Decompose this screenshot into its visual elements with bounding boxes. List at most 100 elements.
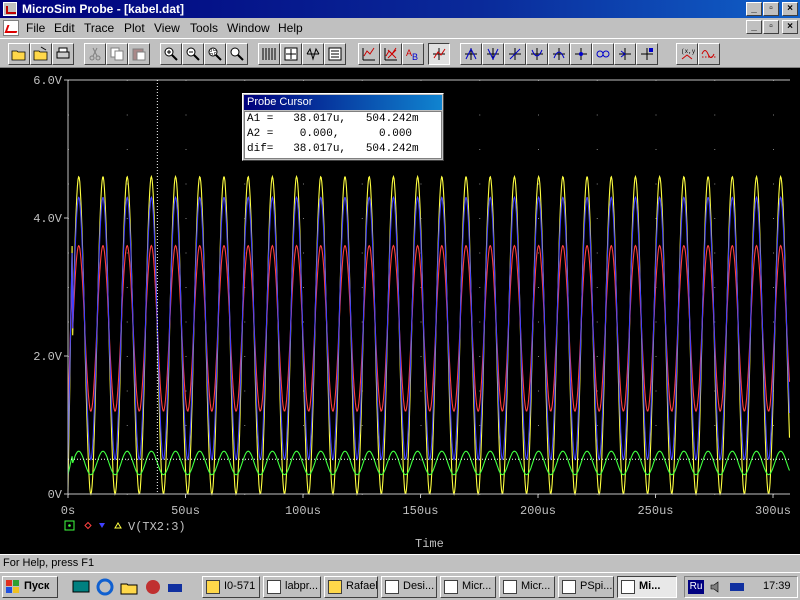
svg-text:(x,y): (x,y) (681, 48, 695, 55)
phone-icon[interactable] (166, 578, 184, 596)
grid-dot (303, 321, 304, 323)
grid-dot (773, 114, 774, 116)
menu-trace[interactable]: Trace (84, 21, 114, 35)
cut-icon[interactable] (84, 43, 106, 65)
paste-icon[interactable] (128, 43, 150, 65)
menu-help[interactable]: Help (278, 21, 303, 35)
open-file-icon[interactable] (30, 43, 52, 65)
windows-flag-icon (6, 580, 19, 593)
grid-dot (303, 459, 304, 461)
trace-line-2 (67, 195, 791, 462)
start-button[interactable]: Пуск (2, 576, 58, 598)
explorer-icon[interactable] (120, 578, 138, 596)
y-tick-label: 2.0V (33, 350, 63, 364)
language-indicator[interactable]: Ru (688, 580, 704, 594)
cursor-slope-icon[interactable] (504, 43, 526, 65)
grid-dot (714, 459, 716, 461)
network-icon[interactable] (729, 580, 745, 594)
grid-dot (244, 425, 246, 426)
document-icon[interactable] (3, 20, 19, 36)
cursor-min-icon[interactable] (526, 43, 548, 65)
doc-close-button[interactable]: × (782, 20, 798, 34)
doc-minimize-button[interactable]: _ (746, 20, 762, 34)
task-probe-active[interactable]: Mi... (617, 576, 677, 598)
grid-dot (303, 425, 304, 426)
legend-label[interactable]: V(TX2:3) (128, 520, 186, 534)
menu-view[interactable]: View (154, 21, 180, 35)
probe-app-icon[interactable] (3, 2, 17, 16)
task-desi[interactable]: Desi... (381, 576, 437, 598)
status-bar: For Help, press F1 (0, 554, 800, 572)
task-labpr[interactable]: labpr... (263, 576, 321, 598)
log-x-icon[interactable] (258, 43, 280, 65)
grid-dot (479, 183, 481, 185)
mark-label-icon[interactable]: AB (402, 43, 424, 65)
mark-point-icon[interactable]: (x,y) (676, 43, 698, 65)
cursor-search-icon[interactable] (592, 43, 614, 65)
maximize-button[interactable]: ▫ (763, 2, 779, 16)
grid-dot (479, 321, 481, 323)
add-trace-icon[interactable] (358, 43, 380, 65)
task-rafael[interactable]: Rafael (324, 576, 378, 598)
grid-dot (126, 218, 128, 219)
toolbar: AB (x,y) (0, 38, 800, 68)
grid-dot (244, 321, 246, 323)
print-icon[interactable] (52, 43, 74, 65)
probe-cursor-title[interactable]: Probe Cursor (244, 95, 442, 110)
menu-file[interactable]: File (26, 21, 45, 35)
grid-dot (714, 183, 716, 185)
grid-dot (538, 218, 539, 219)
grid-dot (538, 459, 539, 461)
cursor-toggle-icon[interactable] (428, 43, 450, 65)
minimize-button[interactable]: _ (746, 2, 762, 16)
grid-dot (596, 114, 598, 116)
grid-dot (538, 287, 539, 288)
speaker-icon[interactable] (709, 580, 725, 594)
grid-dot (773, 425, 774, 426)
mark-data-icon[interactable] (636, 43, 658, 65)
probe-cursor-values: A1 = 38.017u, 504.242m A2 = 0.000, 0.000… (244, 111, 442, 159)
copy-icon[interactable] (106, 43, 128, 65)
grid-dot (714, 218, 716, 219)
zoom-area-icon[interactable] (204, 43, 226, 65)
menu-edit[interactable]: Edit (54, 21, 75, 35)
task-micr-2[interactable]: Micr... (499, 576, 555, 598)
grid-dot (773, 218, 774, 219)
grid-dot (714, 425, 716, 426)
cursor-point-icon[interactable] (570, 43, 592, 65)
probe-cursor-window[interactable]: Probe Cursor A1 = 38.017u, 504.242m A2 =… (242, 93, 444, 161)
grid-dot (655, 149, 657, 150)
delete-trace-icon[interactable] (380, 43, 402, 65)
close-button[interactable]: × (782, 2, 798, 16)
menu-plot[interactable]: Plot (124, 21, 145, 35)
cursor-max-icon[interactable] (548, 43, 570, 65)
ie-icon[interactable] (96, 578, 114, 596)
task-pspi[interactable]: PSpi... (558, 576, 614, 598)
open-folder-icon[interactable] (8, 43, 30, 65)
zoom-fit-icon[interactable] (226, 43, 248, 65)
grid-dot (538, 114, 539, 116)
menu-tools[interactable]: Tools (190, 21, 218, 35)
y-tick-label: 0V (48, 488, 63, 502)
cursor-peak-icon[interactable] (460, 43, 482, 65)
x-tick-label: 150us (402, 504, 438, 518)
grid-dot (126, 149, 128, 150)
grid-dot (185, 149, 187, 150)
waveform-icon[interactable] (698, 43, 720, 65)
legend-marker-triangle-down (99, 523, 105, 528)
zoom-out-icon[interactable] (182, 43, 204, 65)
performance-icon[interactable] (302, 43, 324, 65)
fourier-icon[interactable] (280, 43, 302, 65)
cursor-next-icon[interactable] (614, 43, 636, 65)
media-icon[interactable] (144, 578, 162, 596)
task-i0-571[interactable]: I0-571 (202, 576, 260, 598)
doc-restore-button[interactable]: ▫ (763, 20, 779, 34)
zoom-in-icon[interactable] (160, 43, 182, 65)
cursor-trough-icon[interactable] (482, 43, 504, 65)
menu-window[interactable]: Window (227, 21, 270, 35)
task-micr-1[interactable]: Micr... (440, 576, 496, 598)
eval-icon[interactable] (324, 43, 346, 65)
grid-dot (714, 252, 716, 254)
grid-dot (538, 356, 539, 357)
desktop-icon[interactable] (72, 578, 90, 596)
